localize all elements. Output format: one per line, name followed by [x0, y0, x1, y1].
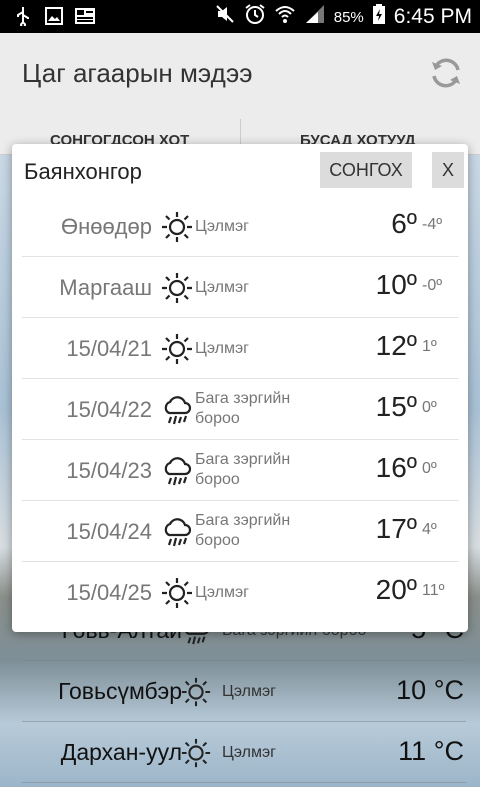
forecast-desc: Цэлмэг: [195, 584, 249, 601]
forecast-dialog: Баянхонгор СОНГОХ X Өнөөдөр Цэлмэг 6º -4…: [12, 144, 468, 632]
forecast-desc: Бага зэргийн бороо: [195, 451, 291, 488]
close-button[interactable]: X: [432, 152, 464, 188]
forecast-date: 15/04/21: [66, 336, 152, 361]
news-icon: [74, 6, 95, 26]
forecast-row: Маргааш Цэлмэг 10º -0º: [22, 257, 459, 318]
rain-icon: [160, 454, 194, 488]
divider: [22, 782, 466, 783]
weather-desc: Цэлмэг: [222, 744, 276, 761]
wifi-icon: [274, 3, 296, 31]
forecast-date: 15/04/25: [66, 580, 152, 605]
forecast-row: 15/04/22 Бага зэргийн бороо 15º 0º: [22, 379, 459, 440]
forecast-high: 10º: [375, 269, 417, 300]
city-name: Дархан-уул: [60, 739, 182, 765]
city-temp: 10 °C: [396, 675, 464, 705]
forecast-low: 0º: [422, 399, 437, 416]
usb-icon: [14, 6, 32, 28]
forecast-low: -4º: [422, 216, 443, 233]
sun-icon: [160, 576, 194, 610]
dialog-title: Баянхонгор: [24, 159, 142, 184]
sun-icon: [160, 332, 194, 366]
forecast-desc: Цэлмэг: [195, 279, 249, 296]
forecast-row: 15/04/23 Бага зэргийн бороо 16º 0º: [22, 440, 459, 501]
forecast-row: 15/04/21 Цэлмэг 12º 1º: [22, 318, 459, 379]
forecast-date: 15/04/24: [66, 519, 152, 544]
app-title: Цаг агаарын мэдээ: [22, 58, 253, 88]
alarm-icon: [244, 3, 266, 31]
forecast-high: 16º: [375, 452, 417, 483]
rain-icon: [160, 393, 194, 427]
city-name: Говьсүмбэр: [58, 678, 182, 704]
sun-icon: [160, 271, 194, 305]
forecast-date: 15/04/23: [66, 458, 152, 483]
battery-percent: 85%: [333, 8, 364, 26]
forecast-low: 11º: [422, 582, 445, 599]
forecast-high: 12º: [375, 330, 417, 361]
mute-icon: [214, 3, 236, 31]
refresh-icon[interactable]: [426, 53, 466, 93]
forecast-row: 15/04/25 Цэлмэг 20º 11º: [22, 562, 459, 623]
forecast-high: 20º: [375, 574, 417, 605]
city-row[interactable]: Говьсүмбэр Цэлмэг 10 °C: [0, 661, 480, 722]
battery-charging-icon: [372, 3, 386, 31]
forecast-desc: Бага зэргийн бороо: [195, 390, 291, 427]
status-bar: 85% 6:45 PM: [0, 0, 480, 33]
city-row[interactable]: Дархан-уул Цэлмэг 11 °C: [0, 722, 480, 783]
select-button[interactable]: СОНГОХ: [320, 152, 412, 188]
sun-icon: [180, 737, 212, 769]
forecast-date: 15/04/22: [66, 397, 152, 422]
forecast-row: Өнөөдөр Цэлмэг 6º -4º: [22, 196, 459, 257]
app-bar: Цаг агаарын мэдээ: [0, 33, 480, 115]
forecast-date: Өнөөдөр: [60, 214, 152, 239]
forecast-low: 0º: [422, 460, 437, 477]
city-temp: 11 °C: [398, 736, 464, 766]
forecast-low: 4º: [422, 521, 437, 538]
clock: 6:45 PM: [393, 5, 472, 28]
forecast-desc: Цэлмэг: [195, 340, 249, 357]
forecast-low: 1º: [422, 338, 437, 355]
sun-icon: [160, 210, 194, 244]
weather-desc: Цэлмэг: [222, 683, 276, 700]
rain-icon: [160, 515, 194, 549]
forecast-desc: Бага зэргийн бороо: [195, 512, 291, 549]
forecast-date: Маргааш: [59, 275, 152, 300]
forecast-desc: Цэлмэг: [195, 218, 249, 235]
forecast-high: 6º: [391, 208, 417, 239]
sun-icon: [180, 676, 212, 708]
forecast-high: 17º: [375, 513, 417, 544]
image-icon: [44, 6, 63, 26]
signal-icon: [304, 3, 326, 31]
forecast-row: 15/04/24 Бага зэргийн бороо 17º 4º: [22, 501, 459, 562]
forecast-high: 15º: [375, 391, 417, 422]
forecast-low: -0º: [422, 277, 443, 294]
